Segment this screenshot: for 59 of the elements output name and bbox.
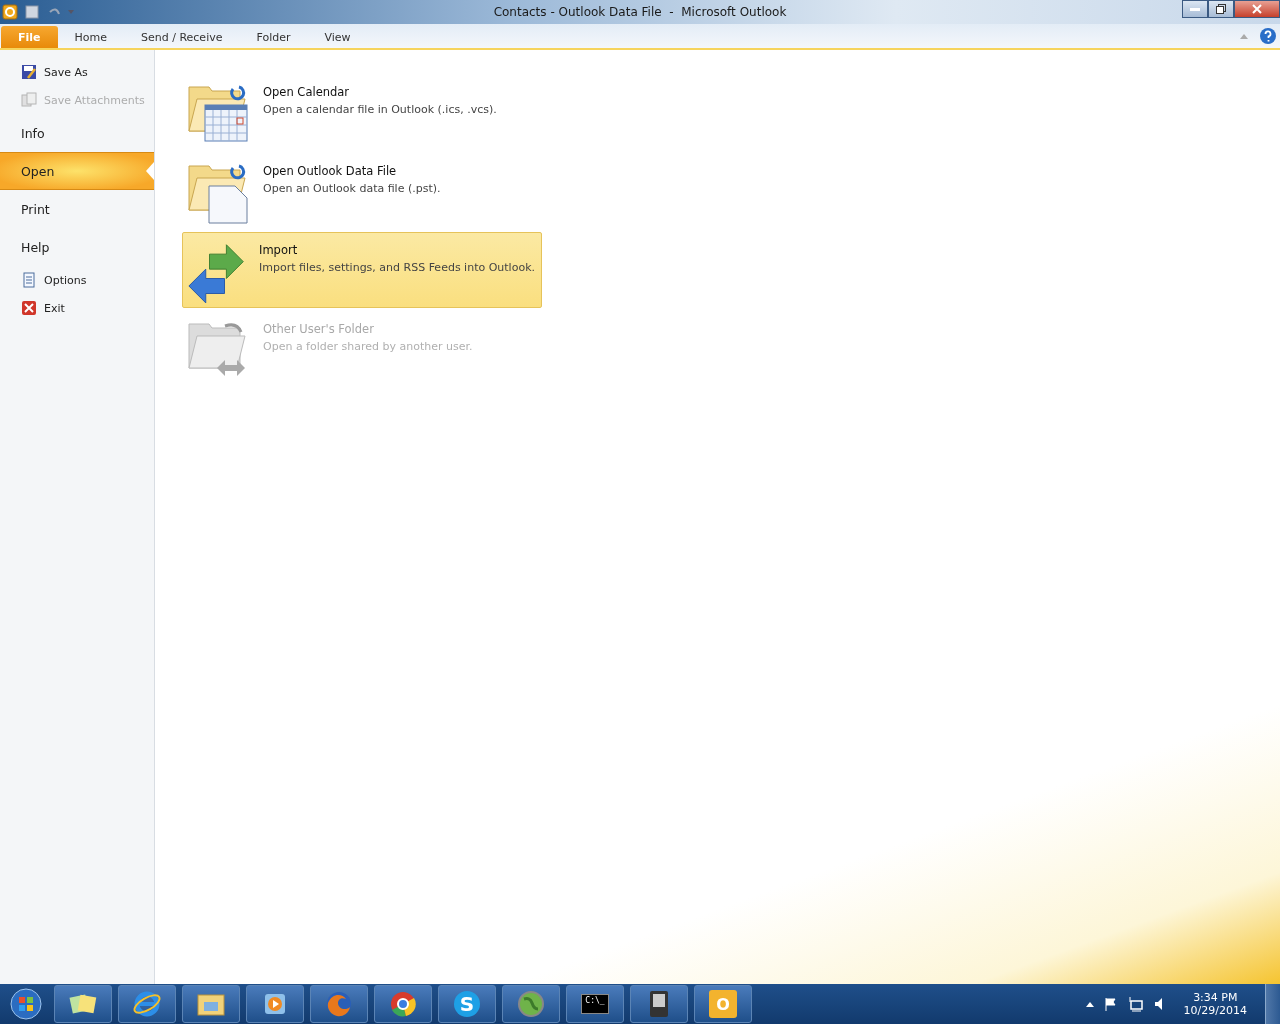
circle-logo-icon (388, 989, 418, 1019)
minimize-icon (1190, 7, 1200, 11)
option-description: Open a folder shared by another user. (263, 340, 473, 353)
taskbar-app[interactable] (54, 985, 112, 1023)
option-title: Other User's Folder (263, 322, 375, 336)
minimize-button[interactable] (1182, 0, 1208, 18)
taskbar-app[interactable] (630, 985, 688, 1023)
menu-command[interactable]: Save As (0, 58, 154, 86)
ribbon-tab[interactable]: Folder (239, 26, 308, 48)
close-button[interactable] (1234, 0, 1280, 18)
menu-command[interactable]: Options (0, 266, 154, 294)
network-icon (1127, 996, 1144, 1012)
fox-globe-icon (324, 989, 354, 1019)
menu-section[interactable]: Help (0, 228, 154, 266)
caret-icon (1085, 1001, 1094, 1007)
save-icon (21, 64, 37, 80)
restore-icon (1216, 4, 1226, 14)
menu-section[interactable]: Open (0, 152, 154, 190)
option-description: Open a calendar file in Outlook (.ics, .vcs). (263, 103, 497, 116)
flag-icon (1103, 997, 1118, 1011)
help-icon (1259, 27, 1277, 45)
chat-logo-icon: S (454, 991, 480, 1017)
option-title: Import (259, 243, 299, 257)
caret-icon (1239, 32, 1249, 40)
window-title: Contacts - Outlook Data File - Microsoft Outlook (493, 5, 787, 19)
menu-section[interactable]: Info (0, 114, 154, 152)
show-desktop-button[interactable] (1265, 984, 1280, 1024)
mail-logo-icon: O (709, 990, 737, 1018)
open-option[interactable]: Open Calendar Open a calendar file in Outlook (.ics, .vcs). (182, 74, 542, 150)
handheld-device-icon (647, 989, 671, 1019)
app-logo-icon (2, 4, 18, 20)
taskbar-app[interactable] (374, 985, 432, 1023)
close-icon (21, 300, 37, 316)
option-title: Open Outlook Data File (263, 164, 398, 178)
menu-section[interactable]: Print (0, 190, 154, 228)
open-option[interactable]: Import Import files, settings, and RSS Feeds into Outlook. (182, 232, 542, 308)
open-option[interactable]: Open Outlook Data File Open an Outlook data file (.pst). (182, 153, 542, 229)
taskbar-app[interactable] (246, 985, 304, 1023)
globe-icon (516, 989, 546, 1019)
close-icon (1252, 4, 1262, 14)
ribbon-tab[interactable]: View (307, 26, 368, 48)
ribbon-tab[interactable]: Send / Receive (124, 26, 240, 48)
taskbar-app[interactable]: C:\_ (566, 985, 624, 1023)
option-title: Open Calendar (263, 85, 351, 99)
save-icon (24, 4, 40, 20)
menu-command[interactable]: Exit (0, 294, 154, 322)
document-icon (21, 272, 37, 288)
clock-time: 3:34 PM (1193, 991, 1238, 1004)
e-logo-icon (132, 989, 162, 1019)
option-description: Import files, settings, and RSS Feeds into Outlook. (259, 261, 535, 274)
taskbar-app[interactable] (118, 985, 176, 1023)
option-description: Open an Outlook data file (.pst). (263, 182, 441, 195)
taskbar-app[interactable] (182, 985, 240, 1023)
dropdown-icon (68, 10, 74, 14)
clock-date: 10/29/2014 (1183, 1004, 1247, 1017)
ribbon-tab[interactable]: Home (57, 26, 124, 48)
documents-icon (21, 92, 37, 108)
restore-button[interactable] (1208, 0, 1234, 18)
console-icon: C:\_ (581, 994, 609, 1014)
